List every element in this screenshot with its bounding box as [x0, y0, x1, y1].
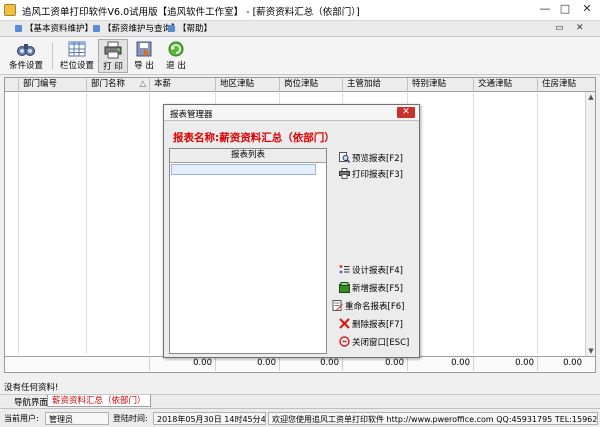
col-header-base-salary[interactable]: 本薪 — [150, 78, 216, 92]
condition-settings-button[interactable]: 条件设置 — [6, 39, 46, 73]
restore-child-icon[interactable]: ▭ — [555, 23, 564, 33]
exit-button[interactable]: 退 出 — [162, 39, 190, 73]
col-header-dept-name-text: 部门名称 — [91, 79, 126, 89]
total-manager-bonus: 0.00 — [343, 357, 408, 371]
col-header-dept-id[interactable]: 部门编号 — [19, 78, 87, 92]
close-circle-icon — [339, 336, 350, 347]
grid-divider — [86, 92, 87, 354]
navigation-tab-strip: 导航界面 薪资资料汇总（依部门） — [0, 394, 600, 408]
close-window-button[interactable]: ✕ — [578, 2, 596, 16]
menu-basic-data[interactable]: 【基本资料维护】 — [14, 23, 93, 35]
col-header-special-allowance[interactable]: 特别津贴 — [408, 78, 474, 92]
exit-label: 退 出 — [166, 61, 186, 71]
report-list-header: 报表列表 — [170, 149, 326, 163]
dialog-title-bar: 报表管理器 ✕ — [164, 105, 419, 121]
design-report-button[interactable]: 设计报表[F4] — [339, 264, 403, 278]
report-name-heading: 报表名称:薪资资料汇总（依部门） — [173, 132, 335, 144]
grid-vertical-scrollbar[interactable]: ▲ ▼ — [585, 92, 595, 356]
rename-report-button[interactable]: 重命名报表[F6] — [332, 300, 404, 314]
tab-salary-summary-by-dept[interactable]: 薪资资料汇总（依部门） — [47, 395, 151, 407]
print-label: 打 印 — [103, 62, 123, 72]
grid-divider — [149, 92, 150, 354]
toolbar-divider — [52, 43, 53, 69]
table-grid-icon — [68, 41, 86, 57]
export-button[interactable]: 导 出 — [131, 39, 157, 73]
row-indicator-header — [5, 78, 19, 92]
column-settings-button[interactable]: 栏位设置 — [58, 39, 96, 73]
print-report-button[interactable]: 打印报表[F3] — [339, 168, 403, 182]
close-dialog-button[interactable]: 关闭窗口[ESC] — [339, 336, 409, 350]
grid-divider — [473, 92, 474, 354]
maximize-button[interactable]: □ — [556, 2, 574, 16]
delete-x-icon — [339, 318, 350, 329]
menu-help[interactable]: 【帮助】 — [167, 23, 212, 35]
rename-document-icon — [332, 300, 343, 311]
preview-report-button[interactable]: 预览报表[F2] — [339, 152, 403, 166]
dialog-action-buttons: 预览报表[F2] 打印报表[F3] 设计报表[F4] 新增报表[F5] 重命名报… — [331, 148, 417, 354]
login-time-value: 2018年05月30日 14时45分42秒 — [153, 412, 266, 425]
current-user-value: 管理员 — [45, 412, 109, 425]
total-housing-allowance: 0.00 — [563, 358, 582, 368]
col-header-transport-allowance[interactable]: 交通津贴 — [474, 78, 538, 92]
total-base-salary: 0.00 — [150, 357, 216, 371]
scroll-up-icon[interactable]: ▲ — [586, 92, 595, 102]
close-dialog-label: 关闭窗口[ESC] — [352, 338, 410, 348]
condition-settings-label: 条件设置 — [8, 61, 43, 71]
status-message: 没有任何资料! — [4, 383, 59, 393]
new-report-label: 新增报表[F5] — [352, 284, 403, 294]
preview-magnifier-icon — [339, 152, 350, 163]
col-header-region-allowance[interactable]: 地区津贴 — [216, 78, 280, 92]
col-header-manager-bonus[interactable]: 主管加给 — [343, 78, 408, 92]
new-report-button[interactable]: 新增报表[F5] — [339, 282, 403, 296]
preview-report-label: 预览报表[F2] — [352, 154, 403, 164]
total-transport-allowance: 0.00 — [474, 357, 538, 371]
total-post-allowance: 0.00 — [280, 357, 343, 371]
sort-indicator-icon: △ — [139, 79, 146, 89]
export-disk-icon — [136, 41, 152, 57]
toolbar: 条件设置 栏位设置 打 印 导 出 退 出 — [0, 37, 600, 75]
delete-report-label: 删除报表[F7] — [352, 320, 403, 330]
grid-header: 部门编号 部门名称 △ 本薪 地区津贴 岗位津贴 主管加给 特别津贴 交通津贴 住… — [5, 78, 595, 92]
close-child-icon[interactable]: ✕ — [576, 23, 584, 33]
grid-totals-row: 0.00 0.00 0.00 0.00 0.00 0.00 0.00 — [5, 356, 595, 371]
report-list-selected-row[interactable] — [171, 164, 316, 175]
printer-icon — [339, 168, 350, 179]
grid-divider — [18, 92, 19, 354]
total-region-allowance: 0.00 — [216, 357, 280, 371]
welcome-message: 欢迎您使用追风工资单打印软件 http://www.pweroffice.com… — [268, 412, 598, 425]
menu-bar: 【基本资料维护】 【薪资维护与查询】 【帮助】 ▭ ✕ — [0, 21, 600, 37]
dialog-close-icon[interactable]: ✕ — [397, 107, 415, 118]
report-list[interactable]: 报表列表 — [169, 148, 327, 354]
col-header-dept-name[interactable]: 部门名称 △ — [87, 78, 150, 92]
scroll-down-icon[interactable]: ▼ — [586, 346, 595, 356]
printer-icon — [104, 41, 122, 59]
col-header-post-allowance[interactable]: 岗位津贴 — [280, 78, 343, 92]
login-time-label: 登陆时间: — [113, 414, 148, 423]
app-icon — [4, 4, 16, 16]
print-report-label: 打印报表[F3] — [352, 170, 403, 180]
nav-interface-tab[interactable]: 导航界面 — [14, 396, 48, 408]
column-settings-label: 栏位设置 — [59, 61, 94, 71]
title-bar: 追风工资单打印软件V6.0试用版【追风软件工作室】 - [薪资资料汇总（依部门）… — [0, 0, 600, 21]
design-list-icon — [339, 265, 350, 274]
report-manager-dialog: 报表管理器 ✕ 报表名称:薪资资料汇总（依部门） 报表列表 预览报表[F2] 打… — [163, 104, 420, 358]
delete-report-button[interactable]: 删除报表[F7] — [339, 318, 403, 332]
current-user-label: 当前用户: — [4, 414, 39, 423]
new-report-icon — [339, 282, 350, 293]
export-label: 导 出 — [134, 61, 154, 71]
col-header-housing-allowance[interactable]: 住房津贴 — [538, 78, 595, 92]
refresh-exit-icon — [168, 41, 184, 57]
print-button[interactable]: 打 印 — [98, 39, 128, 73]
design-report-label: 设计报表[F4] — [352, 266, 403, 276]
rename-report-label: 重命名报表[F6] — [345, 302, 405, 312]
totals-spacer — [5, 357, 150, 371]
dialog-title: 报表管理器 — [170, 110, 213, 120]
binoculars-icon — [17, 44, 35, 56]
window-title: 追风工资单打印软件V6.0试用版【追风软件工作室】 - [薪资资料汇总（依部门）… — [22, 7, 360, 18]
status-bar: 当前用户: 管理员 登陆时间: 2018年05月30日 14时45分42秒 欢迎… — [0, 408, 600, 427]
total-special-allowance: 0.00 — [408, 357, 474, 371]
grid-divider — [537, 92, 538, 354]
minimize-button[interactable]: — — [536, 2, 554, 16]
